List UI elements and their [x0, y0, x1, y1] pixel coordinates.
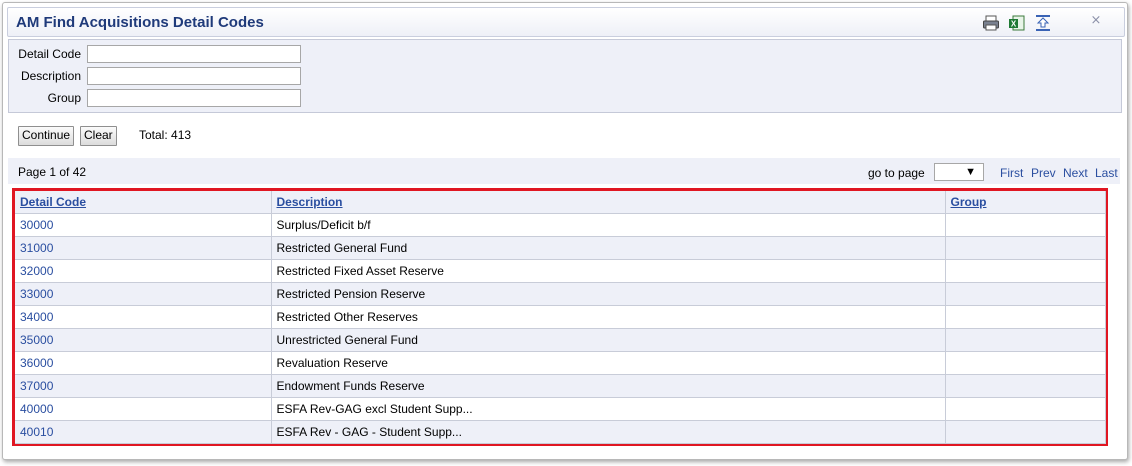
- group-cell: [945, 259, 1106, 283]
- last-page-link[interactable]: Last: [1095, 166, 1118, 180]
- sort-group-link[interactable]: Group: [951, 195, 987, 209]
- print-icon[interactable]: [982, 14, 1000, 32]
- table-row[interactable]: 40010 ESFA Rev - GAG - Student Supp...: [15, 420, 1106, 444]
- description-cell: Revaluation Reserve: [271, 351, 946, 375]
- first-page-link[interactable]: First: [1000, 166, 1023, 180]
- table-row[interactable]: 34000 Restricted Other Reserves: [15, 305, 1106, 329]
- table-row[interactable]: 35000 Unrestricted General Fund: [15, 328, 1106, 352]
- detail-code-cell[interactable]: 36000: [15, 351, 272, 375]
- description-cell: Restricted Fixed Asset Reserve: [271, 259, 946, 283]
- results-grid-highlight: Detail Code Description Group 30000 Surp…: [12, 188, 1108, 446]
- detail-code-label: Detail Code: [18, 47, 81, 61]
- page-info: Page 1 of 42: [18, 165, 87, 179]
- table-row[interactable]: 33000 Restricted Pension Reserve: [15, 282, 1106, 306]
- title-bar: AM Find Acquisitions Detail Codes X ⨯: [7, 7, 1125, 37]
- column-header-description[interactable]: Description: [271, 191, 946, 214]
- results-table: Detail Code Description Group 30000 Surp…: [15, 191, 1106, 444]
- close-icon[interactable]: ⨯: [1088, 12, 1104, 28]
- sort-description-link[interactable]: Description: [277, 195, 343, 209]
- group-cell: [945, 282, 1106, 306]
- description-label: Description: [20, 69, 81, 83]
- detail-code-cell[interactable]: 34000: [15, 305, 272, 329]
- detail-code-cell[interactable]: 37000: [15, 374, 272, 398]
- detail-code-cell[interactable]: 40000: [15, 397, 272, 421]
- group-cell: [945, 213, 1106, 237]
- group-cell: [945, 374, 1106, 398]
- excel-export-icon[interactable]: X: [1008, 14, 1026, 32]
- detail-code-cell[interactable]: 31000: [15, 236, 272, 260]
- table-row[interactable]: 31000 Restricted General Fund: [15, 236, 1106, 260]
- description-cell: Restricted Other Reserves: [271, 305, 946, 329]
- detail-code-input[interactable]: [87, 45, 301, 63]
- description-cell: Endowment Funds Reserve: [271, 374, 946, 398]
- continue-button[interactable]: Continue: [18, 126, 75, 146]
- group-cell: [945, 305, 1106, 329]
- detail-code-cell[interactable]: 35000: [15, 328, 272, 352]
- column-header-group[interactable]: Group: [945, 191, 1106, 214]
- table-row[interactable]: 32000 Restricted Fixed Asset Reserve: [15, 259, 1106, 283]
- group-label: Group: [47, 91, 81, 105]
- collapse-icon[interactable]: [1034, 14, 1052, 32]
- group-cell: [945, 236, 1106, 260]
- table-row[interactable]: 40000 ESFA Rev-GAG excl Student Supp...: [15, 397, 1106, 421]
- table-row[interactable]: 36000 Revaluation Reserve: [15, 351, 1106, 375]
- prev-page-link[interactable]: Prev: [1031, 166, 1056, 180]
- group-cell: [945, 397, 1106, 421]
- goto-page-label: go to page: [868, 166, 925, 180]
- description-cell: Restricted General Fund: [271, 236, 946, 260]
- next-page-link[interactable]: Next: [1063, 166, 1088, 180]
- description-cell: Surplus/Deficit b/f: [271, 213, 946, 237]
- dialog-window: AM Find Acquisitions Detail Codes X ⨯ De…: [2, 2, 1128, 460]
- detail-code-cell[interactable]: 40010: [15, 420, 272, 444]
- svg-text:X: X: [1011, 20, 1017, 29]
- detail-code-cell[interactable]: 33000: [15, 282, 272, 306]
- group-cell: [945, 420, 1106, 444]
- table-row[interactable]: 37000 Endowment Funds Reserve: [15, 374, 1106, 398]
- group-cell: [945, 328, 1106, 352]
- description-cell: Restricted Pension Reserve: [271, 282, 946, 306]
- description-cell: Unrestricted General Fund: [271, 328, 946, 352]
- detail-code-cell[interactable]: 30000: [15, 213, 272, 237]
- detail-code-cell[interactable]: 32000: [15, 259, 272, 283]
- total-count: Total: 413: [139, 128, 192, 142]
- window-title: AM Find Acquisitions Detail Codes: [16, 14, 264, 31]
- pager-bar: Page 1 of 42 go to page ▼ First Prev Nex…: [8, 158, 1120, 184]
- description-cell: ESFA Rev-GAG excl Student Supp...: [271, 397, 946, 421]
- description-input[interactable]: [87, 67, 301, 85]
- sort-detail-code-link[interactable]: Detail Code: [20, 195, 86, 209]
- group-input[interactable]: [87, 89, 301, 107]
- description-cell: ESFA Rev - GAG - Student Supp...: [271, 420, 946, 444]
- dropdown-arrow-icon: ▼: [965, 166, 976, 178]
- table-header-row: Detail Code Description Group: [15, 191, 1106, 214]
- search-panel: Detail Code Description Group: [8, 39, 1122, 113]
- clear-button[interactable]: Clear: [80, 126, 117, 146]
- group-cell: [945, 351, 1106, 375]
- goto-page-select[interactable]: ▼: [934, 163, 984, 181]
- column-header-detail-code[interactable]: Detail Code: [15, 191, 272, 214]
- table-row[interactable]: 30000 Surplus/Deficit b/f: [15, 213, 1106, 237]
